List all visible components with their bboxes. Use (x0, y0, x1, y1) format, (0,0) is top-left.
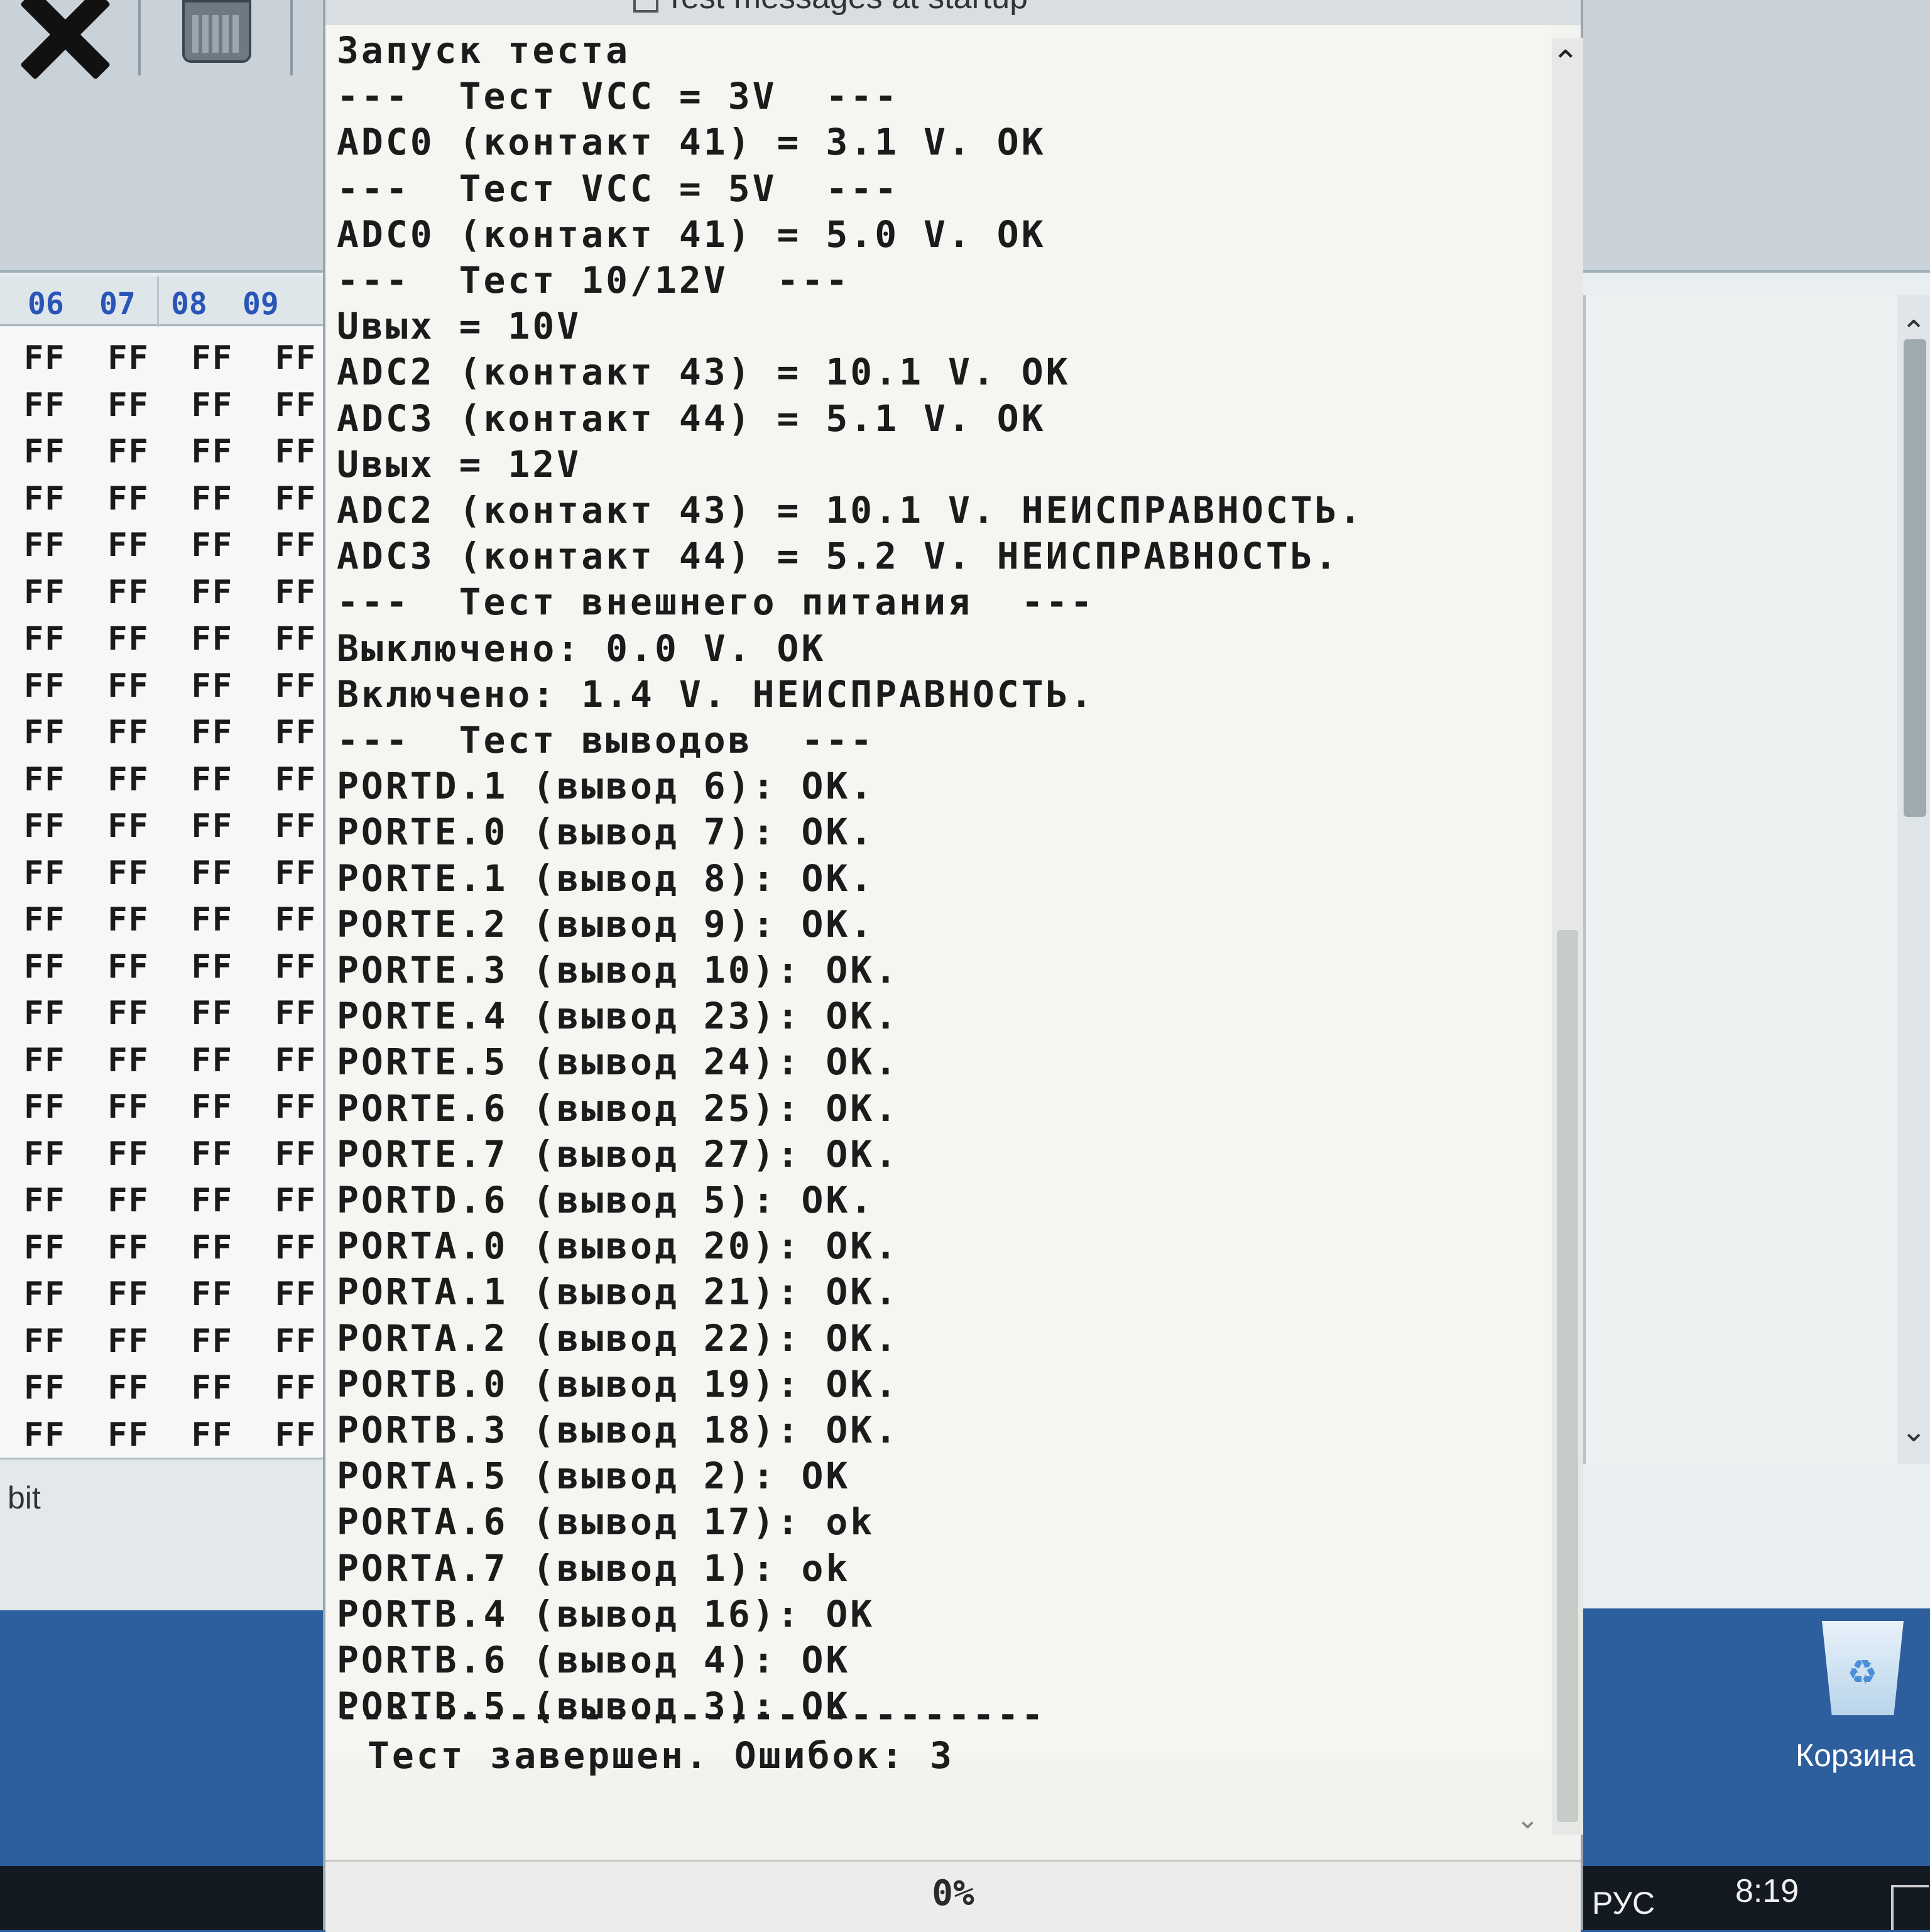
hex-row: FF FF FF FF (24, 620, 317, 658)
right-scrollbar-thumb[interactable] (1904, 339, 1926, 817)
log-line: ADC3 (контакт 44) = 5.2 V. НЕИСПРАВНОСТЬ… (337, 535, 1339, 578)
hex-row: FF FF FF FF (24, 339, 317, 377)
hex-row: FF FF FF FF (24, 1088, 317, 1126)
hex-row: FF FF FF FF (24, 714, 317, 751)
log-line: ----------------------------- (337, 1693, 1046, 1736)
status-label: bit (8, 1480, 41, 1515)
hex-row: FF FF FF FF (24, 1135, 317, 1173)
log-line: ADC0 (контакт 41) = 5.0 V. OK (337, 212, 1046, 256)
log-line: PORTE.7 (вывод 27): OK. (337, 1132, 900, 1176)
scroll-up-icon[interactable]: ⌃ (1901, 314, 1926, 349)
window-titlebar[interactable]: Test messages at startup (325, 0, 1581, 25)
log-line: ADC0 (контакт 41) = 3.1 V. OK (337, 121, 1046, 164)
hex-row: FF FF FF FF (24, 479, 317, 518)
test-messages-window: Test messages at startup Запуск теста---… (323, 0, 1583, 1932)
hex-row: FF FF FF FF (24, 854, 317, 892)
scroll-down-icon[interactable]: ⌄ (1901, 1414, 1926, 1449)
log-line: Включено: 1.4 V. НЕИСПРАВНОСТЬ. (337, 672, 1095, 716)
hex-row: FF FF FF FF (24, 1041, 317, 1079)
log-line: --- Тест 10/12V --- (337, 259, 851, 302)
log-line: PORTE.0 (вывод 7): OK. (337, 810, 875, 854)
window-title: Test messages at startup (665, 0, 1028, 16)
hex-data-grid[interactable]: FF FF FF FF FF FF FF FF FF FF FF FF FF FF F… (0, 327, 327, 1458)
hex-row: FF FF FF FF (24, 995, 317, 1032)
scroll-down-icon[interactable]: ⌄ (1516, 1803, 1539, 1835)
log-line: PORTA.5 (вывод 2): OK (337, 1454, 851, 1498)
log-line: Uвых = 12V (337, 442, 582, 486)
language-indicator[interactable]: РУС (1592, 1885, 1655, 1921)
log-line: PORTE.4 (вывод 23): OK. (337, 995, 900, 1038)
log-line: PORTA.7 (вывод 1): ok (337, 1546, 851, 1590)
toolbar-separator (290, 0, 293, 75)
right-pane (1583, 295, 1930, 1464)
hex-row: FF FF FF FF (24, 1275, 317, 1313)
log-line: PORTE.5 (вывод 24): OK. (337, 1040, 900, 1084)
log-line: Выключено: 0.0 V. OK (337, 626, 826, 670)
hex-column-label: 08 (171, 287, 207, 322)
log-line: --- Тест VCC = 5V --- (337, 166, 900, 210)
hex-column-label: 06 (28, 287, 64, 322)
hex-row: FF FF FF FF (24, 947, 317, 986)
hex-row: FF FF FF FF (24, 433, 317, 471)
log-line: PORTA.6 (вывод 17): ok (337, 1500, 875, 1544)
hex-row: FF FF FF FF (24, 1228, 317, 1267)
hex-editor-status-bar: bit (0, 1458, 327, 1610)
hex-row: FF FF FF FF (24, 760, 317, 799)
hex-column-label: 07 (99, 287, 136, 322)
hex-row: FF FF FF FF (24, 901, 317, 939)
recycle-bin-label: Корзина (1796, 1738, 1916, 1773)
hex-column-label: 09 (243, 287, 279, 322)
log-line: Тест завершен. Ошибок: 3 (343, 1734, 954, 1777)
hex-row: FF FF FF FF (24, 667, 317, 705)
progress-bar: 0% (325, 1860, 1581, 1932)
log-line: --- Тест внешнего питания --- (337, 581, 1095, 624)
log-scrollbar-thumb[interactable] (1557, 930, 1578, 1822)
hex-row: FF FF FF FF (24, 807, 317, 845)
hex-row: FF FF FF FF (24, 1369, 317, 1407)
hex-row: FF FF FF FF (24, 1322, 317, 1360)
close-icon[interactable] (14, 0, 121, 69)
log-line: PORTA.1 (вывод 21): OK. (337, 1270, 900, 1314)
log-line: Uвых = 10V (337, 305, 582, 348)
toolbar-separator (138, 0, 141, 75)
log-line: PORTE.1 (вывод 8): OK. (337, 856, 875, 900)
window-icon (633, 0, 658, 13)
hex-row: FF FF FF FF (24, 573, 317, 611)
log-line: ADC3 (контакт 44) = 5.1 V. OK (337, 396, 1046, 440)
log-line: Запуск теста (337, 29, 631, 72)
hex-row: FF FF FF FF (24, 527, 317, 564)
test-log[interactable]: Запуск теста --- Тест VCC = 3V --- ADC0 (к… (325, 25, 1551, 1777)
hex-row: FF FF FF FF (24, 1182, 317, 1220)
taskbar-clock[interactable]: 8:19 (1735, 1872, 1799, 1910)
log-line: ADC2 (контакт 43) = 10.1 V. OK (337, 351, 1071, 394)
progress-label: 0% (932, 1873, 974, 1914)
log-line: --- Тест выводов --- (337, 719, 875, 761)
log-line: PORTE.2 (вывод 9): OK. (337, 902, 875, 946)
recycle-bin-icon[interactable]: ♻ (1809, 1608, 1916, 1722)
calculator-icon[interactable] (182, 0, 251, 63)
log-line: PORTE.3 (вывод 10): OK. (337, 949, 900, 991)
log-line: PORTA.2 (вывод 22): OK. (337, 1316, 900, 1360)
log-line: PORTB.3 (вывод 18): OK. (337, 1409, 900, 1451)
hex-row: FF FF FF FF (24, 1416, 317, 1454)
log-line: PORTB.6 (вывод 4): OK (337, 1639, 851, 1681)
log-line: PORTA.0 (вывод 20): OK. (337, 1225, 900, 1268)
hex-column-header: 06 07 08 09 (0, 276, 327, 326)
log-line: PORTB.0 (вывод 19): OK. (337, 1362, 900, 1405)
show-desktop-button[interactable] (1891, 1885, 1929, 1930)
log-line: PORTD.6 (вывод 5): OK. (337, 1179, 875, 1221)
hex-row: FF FF FF FF (24, 386, 317, 424)
scroll-up-icon[interactable]: ⌃ (1552, 44, 1579, 82)
log-line: PORTE.6 (вывод 25): OK. (337, 1086, 900, 1130)
log-line: PORTD.1 (вывод 6): OK. (337, 765, 875, 808)
log-line: ADC2 (контакт 43) = 10.1 V. НЕИСПРАВНОСТ… (337, 489, 1364, 532)
log-line: PORTB.4 (вывод 16): OK (337, 1592, 875, 1635)
log-line: --- Тест VCC = 3V --- (337, 75, 900, 118)
